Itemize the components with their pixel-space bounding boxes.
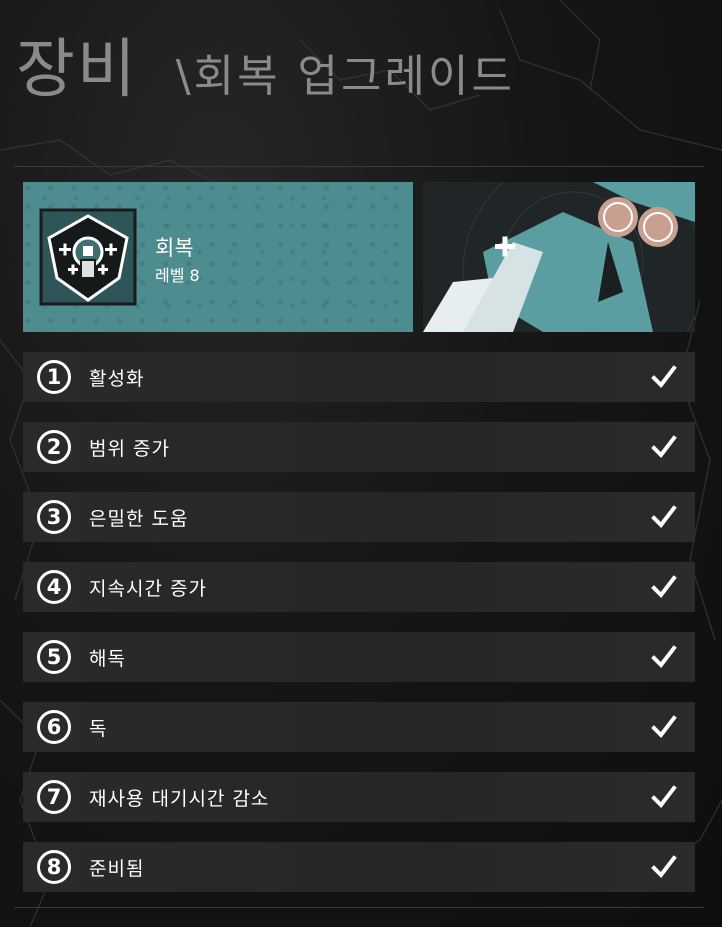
upgrade-number-badge: 3 — [37, 500, 71, 534]
upgrade-row: 2 범위 증가 — [23, 422, 695, 472]
item-banner: 회복 레벨 8 — [23, 182, 413, 332]
upgrade-row: 3 은밀한 도움 — [23, 492, 695, 542]
upgrade-number-badge: 5 — [37, 640, 71, 674]
upgrade-number-badge: 1 — [37, 360, 71, 394]
upgrade-label: 지속시간 증가 — [89, 577, 207, 600]
upgrade-label: 독 — [89, 717, 108, 740]
upgrade-row: 8 준비됨 — [23, 842, 695, 892]
upgrade-row: 4 지속시간 증가 — [23, 562, 695, 612]
upgrade-row: 6 독 — [23, 702, 695, 752]
character-art — [423, 182, 695, 332]
upgrade-label: 해독 — [89, 647, 126, 670]
upgrade-row: 5 해독 — [23, 632, 695, 682]
upgrade-row: 1 활성화 — [23, 352, 695, 402]
checkmark-icon — [651, 785, 677, 809]
page-title: 장비 — [16, 33, 138, 107]
item-name: 회복 — [155, 236, 194, 260]
upgrade-label: 재사용 대기시간 감소 — [89, 787, 270, 810]
upgrade-number-badge: 2 — [37, 430, 71, 464]
top-divider — [14, 166, 704, 167]
item-level: 레벨 8 — [155, 266, 200, 285]
checkmark-icon — [651, 715, 677, 739]
checkmark-icon — [651, 505, 677, 529]
upgrade-number-badge: 6 — [37, 710, 71, 744]
upgrade-number-badge: 4 — [37, 570, 71, 604]
bottom-divider — [14, 907, 704, 908]
checkmark-icon — [651, 645, 677, 669]
upgrade-number-badge: 8 — [37, 850, 71, 884]
checkmark-icon — [651, 435, 677, 459]
upgrade-label: 활성화 — [89, 367, 145, 390]
medic-kit-hexagon-icon — [39, 208, 137, 306]
checkmark-icon — [651, 855, 677, 879]
page-subtitle: \회복 업그레이드 — [175, 51, 515, 102]
upgrade-label: 준비됨 — [89, 857, 145, 880]
upgrade-number-badge: 7 — [37, 780, 71, 814]
upgrade-row: 7 재사용 대기시간 감소 — [23, 772, 695, 822]
checkmark-icon — [651, 365, 677, 389]
upgrade-label: 범위 증가 — [89, 437, 170, 460]
checkmark-icon — [651, 575, 677, 599]
upgrade-label: 은밀한 도움 — [89, 507, 189, 530]
page-header: 장비 \회복 업그레이드 — [16, 18, 515, 107]
